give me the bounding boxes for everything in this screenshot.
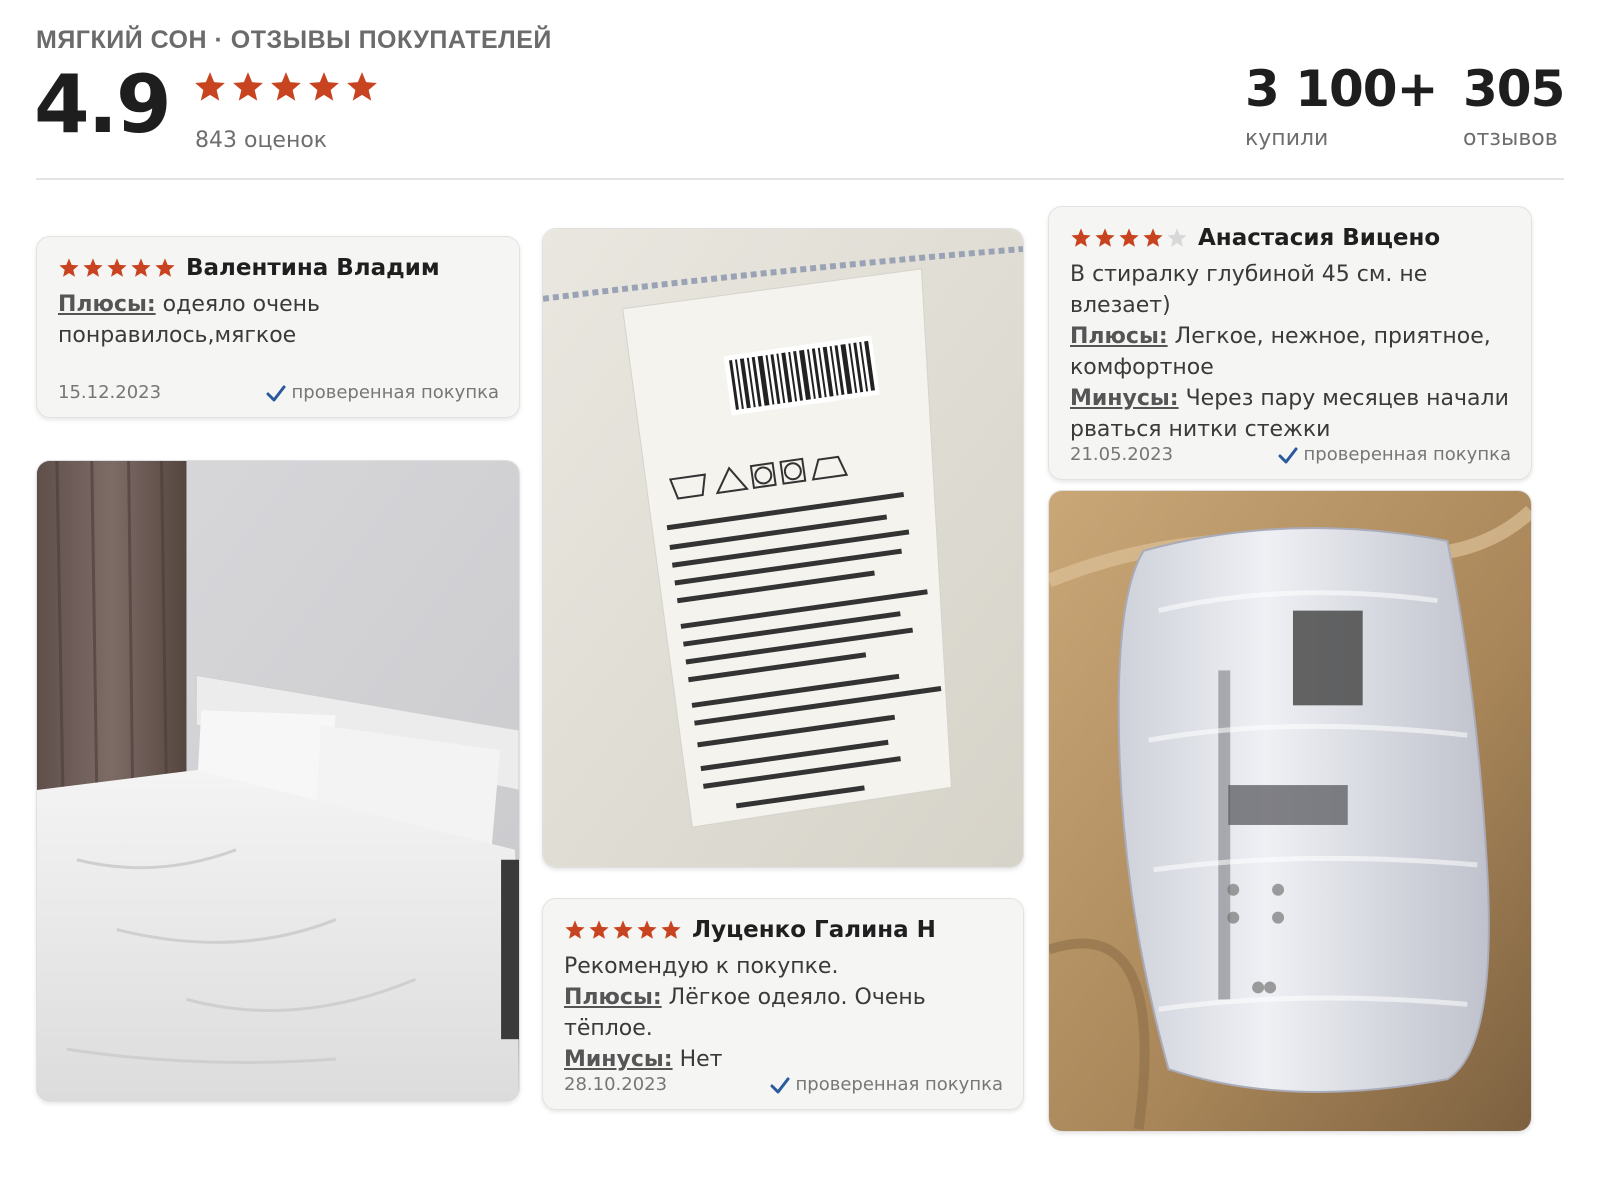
bought-value: 3 100+ [1245, 60, 1438, 118]
review-date: 15.12.2023 [58, 382, 162, 403]
verified-label: проверенная покупка [795, 1074, 1003, 1095]
review-card[interactable]: Луценко Галина Н Рекомендую к покупке. П… [542, 898, 1024, 1110]
label-photo-image [543, 229, 1023, 867]
check-icon [1278, 447, 1298, 464]
check-icon [770, 1077, 790, 1094]
ratings-count: 843 оценок [195, 128, 328, 153]
review-body: Плюсы: одеяло очень понравилось,мягкое [58, 289, 499, 351]
verified-badge: проверенная покупка [1278, 444, 1511, 465]
star-filled-icon [155, 258, 175, 277]
header-divider [36, 178, 1564, 180]
star-filled-icon [271, 72, 301, 101]
bought-stat: 3 100+ купили [1245, 60, 1438, 151]
bought-label: купили [1245, 126, 1329, 151]
review-body: В стиралку глубиной 45 см. не влезает) П… [1070, 259, 1511, 445]
reviews-label: отзывов [1463, 126, 1558, 151]
review-photo-bed[interactable] [36, 460, 520, 1102]
star-filled-icon [59, 258, 79, 277]
review-card[interactable]: Анастасия Вицено В стиралку глубиной 45 … [1048, 206, 1532, 480]
review-date: 21.05.2023 [1070, 444, 1174, 465]
review-text: Рекомендую к покупке. [564, 954, 839, 979]
cons-label: Минусы: [564, 1047, 673, 1072]
page-title: МЯГКИЙ СОН · ОТЗЫВЫ ПОКУПАТЕЛЕЙ [36, 26, 552, 54]
verified-badge: проверенная покупка [266, 382, 499, 403]
pros-label: Плюсы: [564, 985, 662, 1010]
star-filled-icon [661, 920, 681, 939]
star-filled-icon [1119, 228, 1139, 247]
pros-label: Плюсы: [1070, 324, 1168, 349]
verified-label: проверенная покупка [291, 382, 499, 403]
star-filled-icon [131, 258, 151, 277]
bed-photo-image [37, 461, 519, 1101]
package-photo-image [1049, 491, 1531, 1131]
star-filled-icon [347, 72, 377, 101]
review-card[interactable]: Валентина Владим Плюсы: одеяло очень пон… [36, 236, 520, 418]
average-rating: 4.9 [34, 58, 172, 151]
review-photo-package[interactable] [1048, 490, 1532, 1132]
star-filled-icon [233, 72, 263, 101]
star-empty-icon [1167, 228, 1187, 247]
star-filled-icon [589, 920, 609, 939]
review-stars [58, 257, 176, 279]
review-author: Луценко Галина Н [692, 917, 936, 943]
review-stars [564, 919, 682, 941]
review-author: Анастасия Вицено [1198, 225, 1441, 251]
star-filled-icon [1095, 228, 1115, 247]
pros-label: Плюсы: [58, 292, 156, 317]
star-filled-icon [309, 72, 339, 101]
review-stars [1070, 227, 1188, 249]
cons-text: Нет [679, 1047, 723, 1072]
star-filled-icon [83, 258, 103, 277]
star-filled-icon [637, 920, 657, 939]
cons-label: Минусы: [1070, 386, 1179, 411]
star-filled-icon [107, 258, 127, 277]
review-photo-label[interactable] [542, 228, 1024, 868]
review-author: Валентина Владим [186, 255, 440, 281]
review-text: В стиралку глубиной 45 см. не влезает) [1070, 262, 1428, 318]
average-rating-stars [193, 70, 379, 104]
star-filled-icon [195, 72, 225, 101]
star-filled-icon [565, 920, 585, 939]
check-icon [266, 385, 286, 402]
reviews-value: 305 [1463, 60, 1565, 118]
star-filled-icon [1143, 228, 1163, 247]
review-body: Рекомендую к покупке. Плюсы: Лёгкое одея… [564, 951, 1003, 1075]
verified-label: проверенная покупка [1303, 444, 1511, 465]
star-filled-icon [613, 920, 633, 939]
review-date: 28.10.2023 [564, 1074, 668, 1095]
star-filled-icon [1071, 228, 1091, 247]
verified-badge: проверенная покупка [770, 1074, 1003, 1095]
reviews-stat[interactable]: 305 отзывов [1463, 60, 1565, 151]
